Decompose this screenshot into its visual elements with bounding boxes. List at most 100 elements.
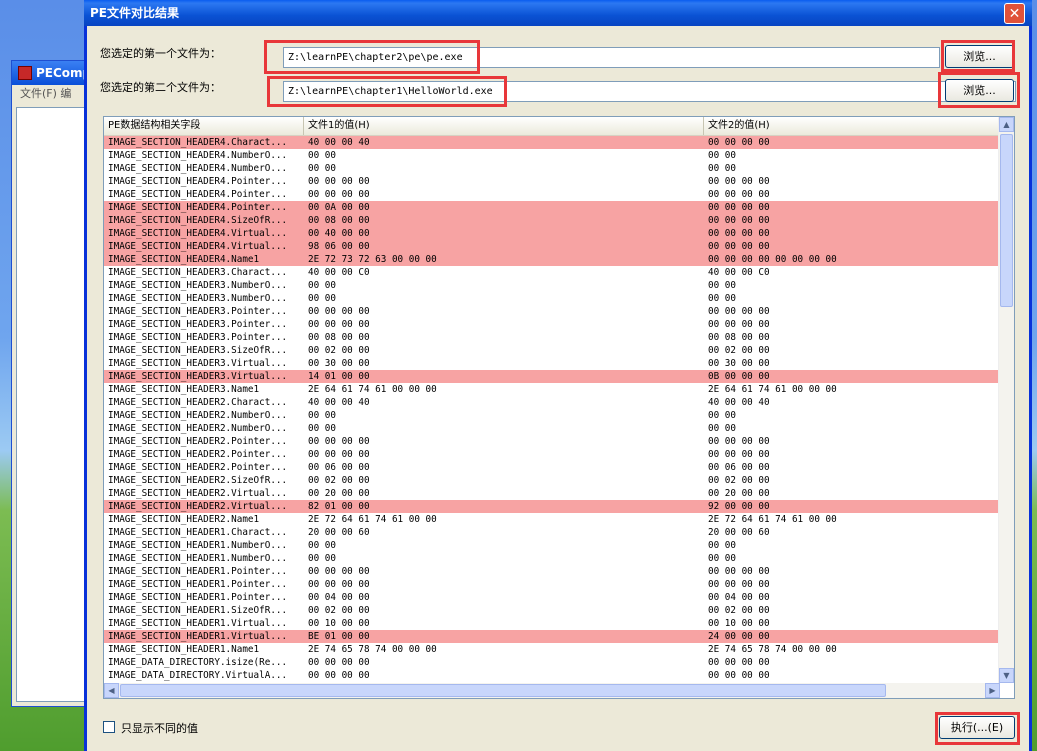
table-row[interactable]: IMAGE_SECTION_HEADER3.NumberO... 00 00 00 … [104, 292, 1000, 305]
table-row[interactable]: IMAGE_SECTION_HEADER3.Pointer... 00 00 00… [104, 305, 1000, 318]
table-row[interactable]: IMAGE_SECTION_HEADER2.Pointer... 00 00 00… [104, 435, 1000, 448]
cell-file2: 2E 64 61 74 61 00 00 00 [708, 384, 837, 395]
table-row[interactable]: IMAGE_SECTION_HEADER2.NumberO... 00 00 00 … [104, 422, 1000, 435]
table-row[interactable]: IMAGE_SECTION_HEADER3.Charact... 40 00 00… [104, 266, 1000, 279]
table-row-diff[interactable]: IMAGE_SECTION_HEADER4.Virtual... 00 40 00… [104, 227, 1000, 240]
browse-first-button[interactable]: 浏览... [945, 45, 1014, 68]
table-row-diff[interactable]: IMAGE_SECTION_HEADER4.Charact... 40 00 00… [104, 136, 1000, 149]
table-row[interactable]: IMAGE_SECTION_HEADER3.Pointer... 00 08 00… [104, 331, 1000, 344]
cell-file1: 00 02 00 00 [308, 475, 370, 486]
cell-file1: 00 00 00 00 [308, 306, 370, 317]
cell-file1: 00 40 00 00 [308, 228, 370, 239]
table-row[interactable]: IMAGE_SECTION_HEADER2.SizeOfR... 00 02 00… [104, 474, 1000, 487]
cell-file2: 00 00 [708, 553, 736, 564]
only-diff-label: 只显示不同的值 [121, 722, 198, 735]
cell-file2: 00 30 00 00 [708, 358, 770, 369]
dialog-titlebar[interactable]: PE文件对比结果 [84, 0, 1032, 26]
cell-file2: 00 00 00 00 [708, 579, 770, 590]
table-row[interactable]: IMAGE_SECTION_HEADER2.Virtual... 00 20 00… [104, 487, 1000, 500]
table-row-diff[interactable]: IMAGE_SECTION_HEADER3.Virtual... 14 01 00… [104, 370, 1000, 383]
cell-file1: 00 02 00 00 [308, 345, 370, 356]
table-row[interactable]: IMAGE_SECTION_HEADER4.NumberO... 00 00 00 … [104, 162, 1000, 175]
cell-field: IMAGE_SECTION_HEADER2.Virtual... [108, 488, 288, 499]
cell-file2: 00 00 00 00 [708, 319, 770, 330]
table-row[interactable]: IMAGE_SECTION_HEADER4.Pointer... 00 00 00… [104, 188, 1000, 201]
table-row[interactable]: IMAGE_SECTION_HEADER3.Name1 2E 64 61 74 6… [104, 383, 1000, 396]
cell-file1: 00 00 00 00 [308, 670, 370, 681]
execute-button[interactable]: 执行(...(E) [939, 716, 1015, 739]
table-row-diff[interactable]: IMAGE_SECTION_HEADER4.Virtual... 98 06 00… [104, 240, 1000, 253]
table-row[interactable]: IMAGE_SECTION_HEADER1.Pointer... 00 04 00… [104, 591, 1000, 604]
table-row-diff[interactable]: IMAGE_SECTION_HEADER2.Virtual... 82 01 00… [104, 500, 1000, 513]
table-row[interactable]: IMAGE_SECTION_HEADER1.Charact... 20 00 00… [104, 526, 1000, 539]
cell-file1: BE 01 00 00 [308, 631, 370, 642]
table-row[interactable]: IMAGE_SECTION_HEADER2.Charact... 40 00 00… [104, 396, 1000, 409]
table-row[interactable]: IMAGE_SECTION_HEADER1.Name1 2E 74 65 78 7… [104, 643, 1000, 656]
table-row[interactable]: IMAGE_DATA_DIRECTORY.isize(Re... 00 00 00… [104, 656, 1000, 669]
vertical-scrollbar[interactable]: ▲ ▼ [998, 117, 1014, 683]
cell-file1: 00 06 00 00 [308, 462, 370, 473]
background-window-titlebar[interactable]: PEComp [12, 61, 92, 85]
table-row[interactable]: IMAGE_SECTION_HEADER1.SizeOfR... 00 02 00… [104, 604, 1000, 617]
cell-field: IMAGE_SECTION_HEADER4.Pointer... [108, 189, 288, 200]
column-header-field[interactable]: PE数据结构相关字段 [104, 117, 304, 135]
cell-file2: 00 06 00 00 [708, 462, 770, 473]
table-row-diff[interactable]: IMAGE_SECTION_HEADER4.Name1 2E 72 73 72 6… [104, 253, 1000, 266]
close-button[interactable]: ✕ [1004, 3, 1025, 24]
table-row-diff[interactable]: IMAGE_SECTION_HEADER4.SizeOfR... 00 08 00… [104, 214, 1000, 227]
cell-file2: 2E 74 65 78 74 00 00 00 [708, 644, 837, 655]
table-row[interactable]: IMAGE_DATA_DIRECTORY.VirtualA... 00 00 00… [104, 669, 1000, 682]
cell-file2: 00 00 00 00 [708, 449, 770, 460]
cell-field: IMAGE_SECTION_HEADER1.Virtual... [108, 618, 288, 629]
table-row[interactable]: IMAGE_SECTION_HEADER3.Pointer... 00 00 00… [104, 318, 1000, 331]
cell-field: IMAGE_DATA_DIRECTORY.isize(Re... [108, 657, 288, 668]
cell-field: IMAGE_SECTION_HEADER3.Pointer... [108, 319, 288, 330]
horizontal-scrollbar[interactable]: ◀ ▶ [104, 683, 1000, 698]
first-file-field[interactable]: Z:\learnPE\chapter2\pe\pe.exe [283, 47, 940, 68]
table-row[interactable]: IMAGE_SECTION_HEADER1.NumberO... 00 00 00 … [104, 539, 1000, 552]
table-row[interactable]: IMAGE_SECTION_HEADER2.NumberO... 00 00 00 … [104, 409, 1000, 422]
cell-field: IMAGE_SECTION_HEADER4.Charact... [108, 137, 288, 148]
table-row-diff[interactable]: IMAGE_SECTION_HEADER1.Virtual... BE 01 00… [104, 630, 1000, 643]
table-row[interactable]: IMAGE_SECTION_HEADER3.Virtual... 00 30 00… [104, 357, 1000, 370]
cell-file1: 00 00 [308, 553, 336, 564]
table-row-diff[interactable]: IMAGE_SECTION_HEADER4.Pointer... 00 0A 00… [104, 201, 1000, 214]
table-row[interactable]: IMAGE_SECTION_HEADER1.Virtual... 00 10 00… [104, 617, 1000, 630]
table-row[interactable]: IMAGE_SECTION_HEADER1.Pointer... 00 00 00… [104, 578, 1000, 591]
table-row[interactable]: IMAGE_SECTION_HEADER2.Pointer... 00 00 00… [104, 448, 1000, 461]
scroll-down-icon[interactable]: ▼ [999, 668, 1014, 683]
table-row[interactable]: IMAGE_SECTION_HEADER3.NumberO... 00 00 00 … [104, 279, 1000, 292]
table-row[interactable]: IMAGE_SECTION_HEADER4.Pointer... 00 00 00… [104, 175, 1000, 188]
dialog-title: PE文件对比结果 [90, 6, 179, 20]
cell-file2: 0B 00 00 00 [708, 371, 770, 382]
cell-file2: 00 00 [708, 150, 736, 161]
second-file-field[interactable]: Z:\learnPE\chapter1\HelloWorld.exe [283, 81, 1016, 102]
only-diff-checkbox[interactable] [103, 721, 115, 733]
cell-field: IMAGE_SECTION_HEADER2.NumberO... [108, 423, 288, 434]
cell-file2: 2E 72 64 61 74 61 00 00 [708, 514, 837, 525]
vertical-scroll-thumb[interactable] [1000, 134, 1013, 307]
table-row[interactable]: IMAGE_SECTION_HEADER1.Pointer... 00 00 00… [104, 565, 1000, 578]
cell-file1: 2E 72 64 61 74 61 00 00 [308, 514, 437, 525]
background-window-menu[interactable]: 文件(F) 编 [12, 85, 92, 103]
compare-table[interactable]: PE数据结构相关字段 文件1的值(H) 文件2的值(H) IMAGE_SECTI… [103, 116, 1015, 699]
scroll-left-icon[interactable]: ◀ [104, 683, 119, 698]
scroll-right-icon[interactable]: ▶ [985, 683, 1000, 698]
scroll-up-icon[interactable]: ▲ [999, 117, 1014, 132]
app-icon [18, 66, 32, 80]
column-header-file1[interactable]: 文件1的值(H) [304, 117, 704, 135]
table-row[interactable]: IMAGE_SECTION_HEADER2.Name1 2E 72 64 61 7… [104, 513, 1000, 526]
cell-file2: 00 02 00 00 [708, 605, 770, 616]
horizontal-scroll-thumb[interactable] [120, 684, 886, 697]
cell-file1: 98 06 00 00 [308, 241, 370, 252]
cell-file1: 00 08 00 00 [308, 215, 370, 226]
table-row[interactable]: IMAGE_SECTION_HEADER2.Pointer... 00 06 00… [104, 461, 1000, 474]
browse-second-button[interactable]: 浏览... [945, 79, 1014, 102]
cell-file1: 00 00 00 00 [308, 189, 370, 200]
table-row[interactable]: IMAGE_SECTION_HEADER4.NumberO... 00 00 00 … [104, 149, 1000, 162]
table-row[interactable]: IMAGE_SECTION_HEADER3.SizeOfR... 00 02 00… [104, 344, 1000, 357]
column-header-file2[interactable]: 文件2的值(H) [704, 117, 1000, 135]
table-row[interactable]: IMAGE_SECTION_HEADER1.NumberO... 00 00 00 … [104, 552, 1000, 565]
cell-file1: 00 00 00 00 [308, 449, 370, 460]
cell-file1: 82 01 00 00 [308, 501, 370, 512]
